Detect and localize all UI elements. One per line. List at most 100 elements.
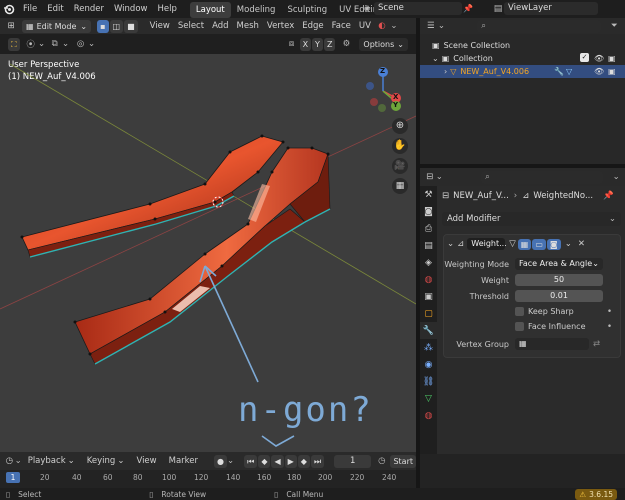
filter-icon[interactable]: ⏷ xyxy=(607,21,621,31)
menu-file[interactable]: File xyxy=(18,0,42,18)
menu-help[interactable]: Help xyxy=(152,0,181,18)
scene-selector[interactable]: ◈ Scene 📌 xyxy=(360,2,474,15)
camera-render-icon[interactable]: ▣ xyxy=(608,65,616,78)
edge-select-button[interactable]: ◫ xyxy=(109,19,124,33)
proportional-edit-icon[interactable]: ◎ xyxy=(74,39,88,49)
wrench-icon[interactable]: ⚙ xyxy=(339,39,353,49)
chevron-down-icon[interactable]: ⌄ xyxy=(38,39,46,49)
menu-mesh[interactable]: Mesh xyxy=(233,17,263,35)
tab-object-icon[interactable]: ▢ xyxy=(420,305,437,322)
axis-z-toggle[interactable]: Z xyxy=(323,37,336,51)
eye-icon[interactable]: 👁 xyxy=(594,65,604,78)
next-keyframe-button[interactable]: ◆ xyxy=(297,454,310,468)
chevron-down-icon[interactable]: ⌄ xyxy=(611,172,621,182)
keep-sharp-checkbox[interactable] xyxy=(515,307,524,316)
tab-tool-icon[interactable]: ⚒ xyxy=(420,186,437,203)
playhead[interactable]: 1 xyxy=(6,472,20,483)
mesh-lower-strip[interactable] xyxy=(74,147,329,355)
vertex-group-field[interactable]: ▦ xyxy=(515,338,589,350)
show-in-editmode-button[interactable]: ▦ xyxy=(517,238,532,250)
edit-mode-toggle-icon[interactable]: ▽ xyxy=(509,239,516,249)
transform-tool-button[interactable]: ⛶ xyxy=(8,37,20,51)
add-modifier-button[interactable]: Add Modifier ⌄ xyxy=(442,212,621,226)
vertex-select-button[interactable]: ▪ xyxy=(97,19,109,33)
weight-field[interactable]: 50 xyxy=(515,274,603,286)
mesh-data-icon[interactable]: ▽ xyxy=(566,65,572,78)
menu-render[interactable]: Render xyxy=(69,0,109,18)
face-influence-checkbox[interactable] xyxy=(515,322,524,331)
record-button[interactable]: ● xyxy=(214,454,227,468)
menu-edge[interactable]: Edge xyxy=(298,17,327,35)
chevron-down-icon[interactable]: ⌄ xyxy=(447,239,454,249)
chevron-down-icon[interactable]: ⌄ xyxy=(88,39,96,49)
properties-type-icon[interactable]: ⊟ xyxy=(424,172,435,182)
navigation-gizmo[interactable]: Z X Y xyxy=(356,64,410,118)
camera-icon[interactable]: 🎥 xyxy=(392,158,408,174)
timeline-type-icon[interactable]: ◷ xyxy=(4,456,15,466)
menu-uv[interactable]: UV xyxy=(355,17,375,35)
menu-playback[interactable]: Playback ⌄ xyxy=(22,452,81,470)
modifier-name-field[interactable]: Weight... xyxy=(467,238,507,250)
outliner-scene-collection[interactable]: ▣ Scene Collection xyxy=(420,39,625,52)
show-in-render-button[interactable]: ◙ xyxy=(546,238,561,250)
pin-icon[interactable]: 📌 xyxy=(603,191,614,201)
face-select-button[interactable]: ■ xyxy=(124,19,138,33)
tab-constraints-icon[interactable]: ⛓ xyxy=(420,373,437,390)
chevron-down-icon[interactable]: ⌄ xyxy=(62,39,70,49)
options-dropdown[interactable]: Options ⌄ xyxy=(359,37,408,51)
jump-end-button[interactable]: ⏭ xyxy=(310,454,325,468)
scene-name-field[interactable]: Scene xyxy=(374,2,462,15)
pan-hand-icon[interactable]: ✋ xyxy=(392,138,408,154)
menu-marker[interactable]: Marker xyxy=(163,452,204,470)
menu-keying[interactable]: Keying ⌄ xyxy=(81,452,131,470)
3d-viewport[interactable]: User Perspective (1) NEW_Auf_V4.006 n-go… xyxy=(0,54,416,452)
tab-particles-icon[interactable]: ⁂ xyxy=(420,339,437,356)
tab-world-icon[interactable]: ◍ xyxy=(420,271,437,288)
prev-keyframe-button[interactable]: ◆ xyxy=(258,454,271,468)
outliner-search-input[interactable]: ⌕ xyxy=(477,19,602,33)
pin-icon[interactable]: 📌 xyxy=(462,4,474,13)
tab-modifier-wrench-icon[interactable]: 🔧 xyxy=(420,322,437,339)
menu-edit[interactable]: Edit xyxy=(42,0,68,18)
tab-data-icon[interactable]: ▽ xyxy=(420,390,437,407)
version-badge[interactable]: ⚠ 3.6.15 xyxy=(575,488,617,500)
tab-view-layer-icon[interactable]: ▤ xyxy=(420,237,437,254)
clock-icon[interactable]: ◷ xyxy=(377,456,386,466)
eye-icon[interactable]: 👁 xyxy=(594,52,604,65)
tab-collection-icon[interactable]: ▣ xyxy=(420,288,437,305)
chevron-down-icon[interactable]: ⌄ xyxy=(565,239,572,249)
axis-y-toggle[interactable]: Y xyxy=(312,37,323,51)
menu-timeline-view[interactable]: View xyxy=(130,452,162,470)
chevron-down-icon[interactable]: ⌄ xyxy=(432,52,439,65)
viewlayer-name-field[interactable]: ViewLayer xyxy=(504,2,598,15)
zoom-button[interactable]: ⊕ xyxy=(392,118,408,134)
menu-view[interactable]: View xyxy=(146,17,174,35)
blender-logo-icon[interactable] xyxy=(0,0,18,18)
chevron-down-icon[interactable]: ⌄ xyxy=(438,21,446,31)
menu-vertex[interactable]: Vertex xyxy=(263,17,298,35)
mode-selector[interactable]: ▦ Edit Mode ⌄ xyxy=(22,19,92,33)
menu-add[interactable]: Add xyxy=(208,17,232,35)
tab-sculpting[interactable]: Sculpting xyxy=(281,2,333,18)
axis-x-toggle[interactable]: X xyxy=(299,37,312,51)
menu-window[interactable]: Window xyxy=(109,0,153,18)
timeline-ruler[interactable]: 1 20 40 60 80 100 120 140 160 180 200 22… xyxy=(0,470,416,488)
start-frame-field[interactable]: Start xyxy=(390,454,416,468)
outliner-object-row[interactable]: › ▽ NEW_Auf_V4.006 🔧 ▽ 👁 ▣ xyxy=(420,65,625,78)
menu-face[interactable]: Face xyxy=(328,17,355,35)
tab-physics-icon[interactable]: ◉ xyxy=(420,356,437,373)
include-checkbox-icon[interactable]: ✓ xyxy=(580,53,589,62)
viewlayer-selector[interactable]: ▤ ViewLayer xyxy=(492,2,598,15)
camera-render-icon[interactable]: ▣ xyxy=(608,52,616,65)
chevron-down-icon[interactable]: ⌄ xyxy=(227,456,234,466)
pivot-icon[interactable]: ⦿ xyxy=(24,38,38,50)
tab-output-icon[interactable]: ⎙ xyxy=(420,220,437,237)
jump-start-button[interactable]: ⏮ xyxy=(244,454,258,468)
outliner-type-icon[interactable]: ☰ xyxy=(424,21,438,31)
editor-type-icon[interactable]: ⊞ xyxy=(0,21,22,31)
snap-icon[interactable]: ⧉ xyxy=(48,39,62,49)
current-frame-field[interactable]: 1 xyxy=(334,454,372,468)
tab-material-icon[interactable]: ◍ xyxy=(420,407,437,424)
wrench-icon[interactable]: 🔧 xyxy=(554,65,564,78)
threshold-field[interactable]: 0.01 xyxy=(515,290,603,302)
